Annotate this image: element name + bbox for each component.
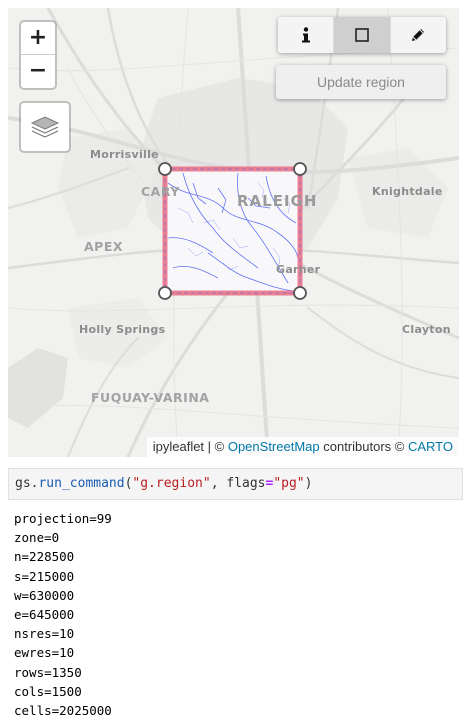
place-label: APEX — [84, 239, 124, 254]
carto-link[interactable]: CARTO — [408, 439, 453, 454]
output-line: zone=0 — [14, 530, 60, 546]
layers-control-button[interactable] — [19, 101, 71, 153]
place-label: Clayton — [402, 323, 451, 336]
place-label: CARY — [141, 184, 180, 199]
code-function: run_command — [38, 476, 125, 491]
rectangle-icon — [355, 28, 369, 42]
code-cell[interactable]: gs.run_command("g.region", flags="pg") — [8, 468, 463, 500]
zoom-control: + − — [19, 20, 57, 90]
attribution-separator: | © — [204, 439, 228, 454]
output-line: ewres=10 — [14, 645, 75, 661]
attribution-contributors: contributors © — [319, 439, 408, 454]
place-label: Morrisville — [90, 148, 159, 161]
zoom-out-button[interactable]: − — [21, 54, 55, 87]
output-line: projection=99 — [14, 511, 112, 526]
pencil-icon — [412, 29, 425, 41]
output-line: nsres=10 — [14, 626, 75, 642]
code-paren-close: ) — [304, 476, 313, 491]
place-label: Holly Springs — [79, 323, 166, 336]
output-line: w=630000 — [14, 587, 75, 603]
info-icon — [301, 27, 310, 43]
code-flags-keyword: , flags — [210, 476, 266, 491]
update-region-button[interactable]: Update region — [276, 65, 446, 99]
code-arg-flags: "pg" — [273, 476, 305, 491]
draw-toolbar — [278, 17, 446, 53]
output-line: n=228500 — [14, 549, 75, 565]
zoom-in-button[interactable]: + — [21, 22, 55, 54]
info-button[interactable] — [278, 17, 335, 53]
code-arg-region: "g.region" — [132, 476, 211, 491]
place-label: Knightdale — [372, 185, 443, 198]
map-attribution: ipyleaflet | © OpenStreetMap contributor… — [146, 437, 459, 457]
openstreetmap-link[interactable]: OpenStreetMap — [228, 439, 320, 454]
rectangle-tool-button[interactable] — [334, 17, 391, 53]
output-line: rows=1350 — [14, 664, 82, 680]
output-line: cells=2025000 — [14, 703, 112, 719]
edit-tool-button[interactable] — [390, 17, 446, 53]
place-label: Garner — [276, 263, 321, 276]
attribution-library: ipyleaflet — [152, 439, 205, 454]
code-object: gs — [15, 476, 31, 491]
output-line: e=645000 — [14, 607, 75, 623]
map-view[interactable]: Morrisville CARY RALEIGH Knightdale APEX… — [8, 8, 459, 457]
place-label: FUQUAY-VARINA — [91, 390, 210, 405]
place-label: RALEIGH — [237, 192, 318, 210]
layers-icon — [30, 116, 60, 138]
cell-output: projection=99 zone=0 n=228500 s=215000 w=630… — [14, 509, 454, 720]
output-line: s=215000 — [14, 568, 75, 584]
output-line: cols=1500 — [14, 683, 82, 699]
